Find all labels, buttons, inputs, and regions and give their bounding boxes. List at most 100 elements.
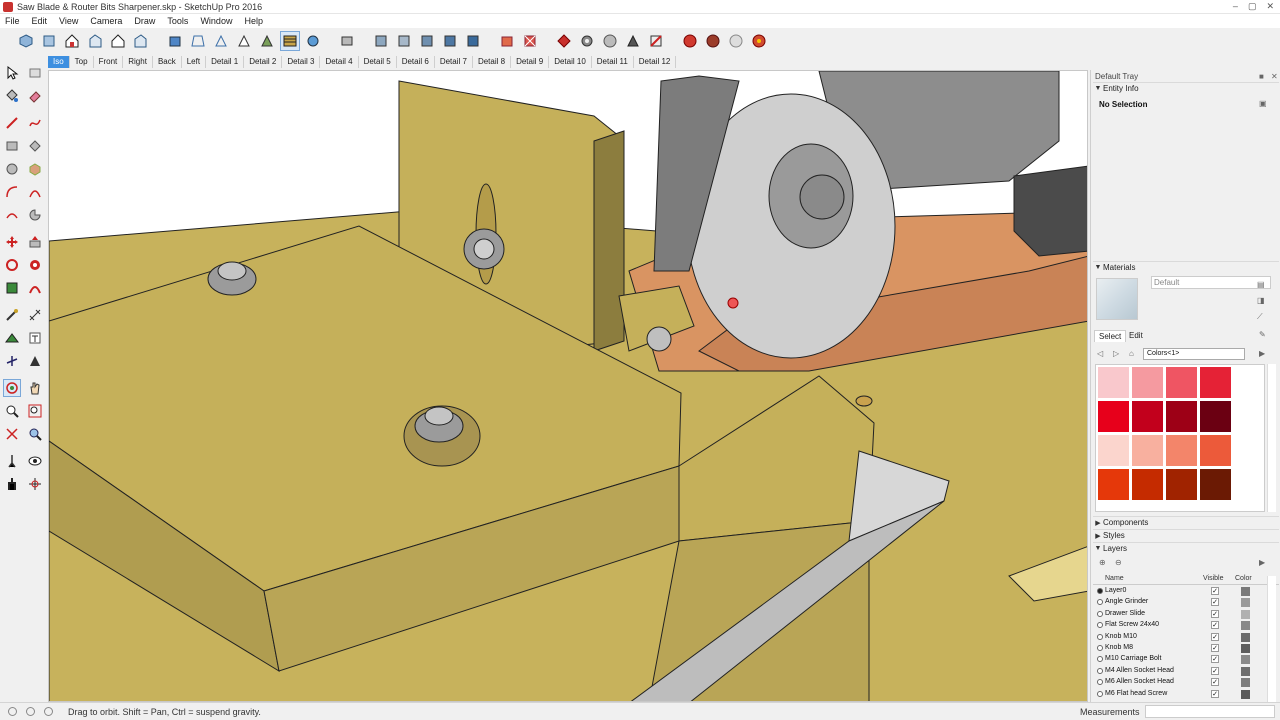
visible-checkbox[interactable]: ✓ bbox=[1211, 621, 1219, 630]
layer-name[interactable]: Drawer Slide bbox=[1105, 610, 1145, 617]
active-layer-radio[interactable] bbox=[1097, 679, 1103, 686]
material-name-field[interactable]: Default bbox=[1151, 276, 1271, 289]
tab-detail-9[interactable]: Detail 9 bbox=[511, 55, 550, 68]
extension-sign-icon[interactable] bbox=[623, 31, 643, 51]
visible-checkbox[interactable]: ✓ bbox=[1211, 609, 1219, 618]
swatch[interactable] bbox=[1200, 469, 1231, 500]
dimension-icon[interactable] bbox=[394, 31, 414, 51]
tab-detail-7[interactable]: Detail 7 bbox=[435, 55, 473, 68]
select-tool-icon[interactable] bbox=[3, 64, 21, 82]
active-layer-radio[interactable] bbox=[1097, 667, 1103, 674]
swatch[interactable] bbox=[1098, 401, 1129, 432]
axes-tool-icon[interactable] bbox=[440, 31, 460, 51]
solid-tools-icon[interactable] bbox=[463, 31, 483, 51]
active-layer-radio[interactable] bbox=[1097, 588, 1103, 594]
layer-name[interactable]: M10 Carriage Bolt bbox=[1105, 655, 1161, 662]
section-plane-tool-icon[interactable] bbox=[26, 475, 44, 493]
swatch[interactable] bbox=[1200, 435, 1231, 466]
three-point-arc-icon[interactable] bbox=[3, 206, 21, 224]
visible-checkbox[interactable]: ✓ bbox=[1211, 666, 1219, 675]
swatch[interactable] bbox=[1132, 401, 1163, 432]
active-layer-radio[interactable] bbox=[1097, 622, 1103, 629]
layer-row[interactable]: M4 Allen Socket Head ✓ bbox=[1093, 666, 1263, 677]
menu-help[interactable]: Help bbox=[244, 16, 263, 26]
tab-detail-4[interactable]: Detail 4 bbox=[320, 55, 359, 68]
layer-row[interactable]: M6 Flat head Screw ✓ bbox=[1093, 689, 1263, 700]
swatch[interactable] bbox=[1132, 367, 1163, 398]
hidden-line-style-icon[interactable] bbox=[234, 31, 254, 51]
push-pull-icon[interactable] bbox=[26, 233, 44, 251]
measurements-input[interactable] bbox=[1145, 705, 1275, 718]
axes-icon[interactable] bbox=[3, 352, 21, 370]
swatch[interactable] bbox=[1132, 435, 1163, 466]
right-view-icon[interactable] bbox=[85, 31, 105, 51]
paint-bucket-icon[interactable] bbox=[3, 87, 21, 105]
materials-tab-edit[interactable]: Edit bbox=[1125, 330, 1147, 341]
layer-name[interactable]: Layer0 bbox=[1105, 587, 1126, 594]
tray-close-icon[interactable]: ✕ bbox=[1271, 72, 1278, 81]
shaded-textures-style-icon[interactable] bbox=[280, 31, 300, 51]
dimension-tool-icon[interactable] bbox=[26, 306, 44, 324]
ruby-plugin-4-icon[interactable] bbox=[749, 31, 769, 51]
tab-left[interactable]: Left bbox=[182, 55, 207, 68]
swatch[interactable] bbox=[1132, 469, 1163, 500]
wireframe-style-icon[interactable] bbox=[211, 31, 231, 51]
top-view-icon[interactable] bbox=[39, 31, 59, 51]
rotated-rectangle-icon[interactable] bbox=[26, 137, 44, 155]
active-layer-radio[interactable] bbox=[1097, 690, 1103, 697]
visible-checkbox[interactable]: ✓ bbox=[1211, 689, 1219, 698]
menu-draw[interactable]: Draw bbox=[134, 16, 155, 26]
materials-header[interactable]: ▼ Materials bbox=[1093, 261, 1279, 273]
look-around-icon[interactable] bbox=[26, 452, 44, 470]
zoom-tool-icon[interactable] bbox=[3, 402, 21, 420]
menu-tools[interactable]: Tools bbox=[167, 16, 188, 26]
tab-detail-12[interactable]: Detail 12 bbox=[634, 55, 677, 68]
shaded-style-icon[interactable] bbox=[257, 31, 277, 51]
layer-row[interactable]: Angle Grinder ✓ bbox=[1093, 597, 1263, 608]
layer-details-icon[interactable]: ▶ bbox=[1259, 558, 1265, 567]
swatch[interactable] bbox=[1166, 367, 1197, 398]
polygon-tool-icon[interactable] bbox=[26, 160, 44, 178]
active-layer-radio[interactable] bbox=[1097, 656, 1103, 663]
user-account-icon[interactable] bbox=[44, 707, 53, 716]
text-label-icon[interactable] bbox=[26, 329, 44, 347]
visible-checkbox[interactable]: ✓ bbox=[1211, 587, 1219, 595]
arc-tool-icon[interactable] bbox=[3, 183, 21, 201]
swatches-scrollbar[interactable] bbox=[1267, 364, 1276, 512]
tab-detail-6[interactable]: Detail 6 bbox=[397, 55, 435, 68]
rotate-tool-icon[interactable] bbox=[3, 256, 21, 274]
active-layer-radio[interactable] bbox=[1097, 645, 1103, 651]
iso-view-icon[interactable] bbox=[16, 31, 36, 51]
protractor-icon[interactable] bbox=[3, 329, 21, 347]
tab-detail-3[interactable]: Detail 3 bbox=[282, 55, 321, 68]
front-view-icon[interactable] bbox=[62, 31, 82, 51]
zoom-window-icon[interactable] bbox=[26, 402, 44, 420]
tab-front[interactable]: Front bbox=[94, 55, 124, 68]
swatch[interactable] bbox=[1166, 469, 1197, 500]
menu-window[interactable]: Window bbox=[200, 16, 232, 26]
details-arrow-icon[interactable]: ▶ bbox=[1259, 349, 1265, 358]
share-model-icon[interactable] bbox=[520, 31, 540, 51]
visible-checkbox[interactable]: ✓ bbox=[1211, 644, 1219, 652]
pan-tool-icon[interactable] bbox=[26, 379, 44, 397]
components-header[interactable]: ▶ Components bbox=[1093, 516, 1279, 528]
line-tool-icon[interactable] bbox=[3, 114, 21, 132]
zoom-extents-icon[interactable] bbox=[3, 425, 21, 443]
close-button[interactable]: ✕ bbox=[1266, 1, 1274, 12]
swatch[interactable] bbox=[1098, 367, 1129, 398]
menu-view[interactable]: View bbox=[59, 16, 78, 26]
tab-top[interactable]: Top bbox=[70, 55, 94, 68]
credits-icon[interactable] bbox=[26, 707, 35, 716]
eyedropper-icon[interactable]: ✎ bbox=[1259, 330, 1266, 339]
layer-row[interactable]: Layer0 ✓ bbox=[1093, 586, 1263, 597]
section-plane-icon[interactable] bbox=[371, 31, 391, 51]
layer-color-swatch[interactable] bbox=[1241, 609, 1250, 619]
back-arrow-icon[interactable]: ◁ bbox=[1097, 349, 1103, 358]
layer-name[interactable]: M6 Allen Socket Head bbox=[1105, 678, 1174, 685]
circle-tool-icon[interactable] bbox=[3, 160, 21, 178]
rectangle-tool-icon[interactable] bbox=[3, 137, 21, 155]
create-material-icon[interactable]: ▤ bbox=[1257, 280, 1265, 289]
layer-color-swatch[interactable] bbox=[1241, 632, 1250, 642]
home-icon[interactable]: ⌂ bbox=[1129, 349, 1134, 358]
swatch[interactable] bbox=[1200, 367, 1231, 398]
